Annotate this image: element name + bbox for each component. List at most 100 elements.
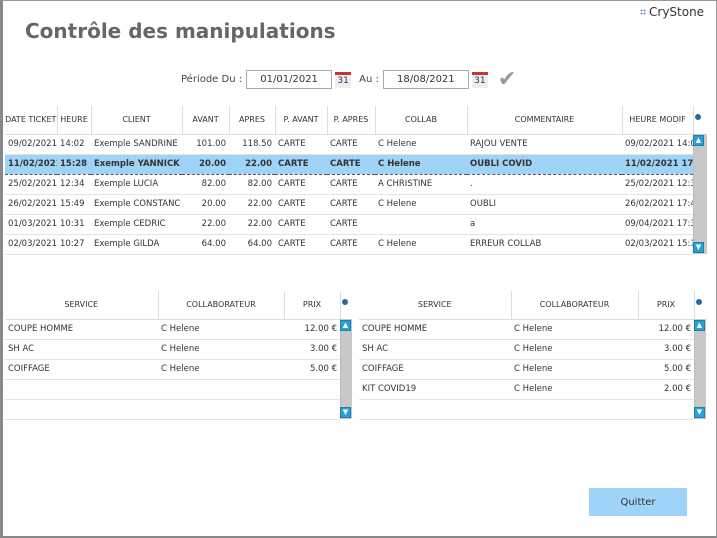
table-cell: 3.00 €: [638, 339, 694, 360]
table-cell: 02/03/2021 15:15: [622, 234, 693, 255]
from-date-input[interactable]: 01/01/2021: [246, 70, 333, 89]
table-row[interactable]: COUPE HOMME C Helene 12.00 €: [359, 319, 694, 340]
column-header[interactable]: P. APRES: [327, 106, 376, 135]
column-header[interactable]: COLLABORATEUR: [158, 291, 285, 320]
table-cell: CARTE: [327, 134, 375, 155]
table-cell: 09/02/2021: [5, 134, 57, 155]
table-cell: 11/02/2021 17:21: [622, 153, 693, 175]
table-cell: Exemple SANDRINE: [91, 134, 182, 155]
table-cell: 22.00: [229, 194, 275, 215]
table-row[interactable]: 11/02/2021 15:28 Exemple YANNICK 20.00 22.00…: [5, 153, 693, 175]
table-row[interactable]: 26/02/2021 15:49 Exemple CONSTANC 20.00 22.0…: [5, 194, 693, 215]
table-cell: 5.00 €: [638, 359, 694, 380]
table-cell: Exemple CEDRIC: [91, 214, 182, 235]
table-row[interactable]: [5, 379, 340, 400]
quit-button[interactable]: Quitter: [589, 488, 687, 516]
table-row[interactable]: SH AC C Helene 3.00 €: [359, 339, 694, 360]
column-header[interactable]: COMMENTAIRE: [467, 106, 623, 135]
column-settings-icon[interactable]: [696, 299, 702, 305]
table-row[interactable]: COIFFAGE C Helene 5.00 €: [359, 359, 694, 380]
table-cell: 20.00: [182, 194, 229, 215]
table-cell: 2.00 €: [638, 379, 694, 400]
column-header[interactable]: PRIX: [638, 291, 695, 320]
column-header[interactable]: COLLAB: [375, 106, 468, 135]
table-cell: OUBLI: [467, 194, 622, 215]
table-cell: OUBLI COVID: [467, 153, 622, 175]
column-header[interactable]: COLLABORATEUR: [511, 291, 639, 320]
table-row[interactable]: 09/02/2021 14:02 Exemple SANDRINE 101.00 118…: [5, 134, 693, 155]
column-header[interactable]: HEURE MODIF: [622, 106, 694, 135]
table-cell: RAJOU VENTE: [467, 134, 622, 155]
table-cell: C Helene: [375, 153, 467, 175]
column-settings-icon[interactable]: [695, 114, 701, 120]
table-cell: 82.00: [229, 174, 275, 195]
table-cell: 12.00 €: [638, 319, 694, 340]
table-row[interactable]: [359, 399, 694, 420]
table-cell: C Helene: [158, 319, 284, 340]
scroll-up-button[interactable]: ▲: [693, 135, 704, 146]
table-row[interactable]: 01/03/2021 10:31 Exemple CEDRIC 22.00 22.00 C…: [5, 214, 693, 235]
table-cell: a: [467, 214, 622, 235]
table-cell: CARTE: [275, 214, 327, 235]
table-cell: C Helene: [375, 194, 467, 215]
to-label: Au :: [359, 74, 379, 85]
table-cell: SH AC: [359, 339, 511, 360]
scroll-down-button[interactable]: ▼: [340, 407, 351, 418]
table-cell: [284, 379, 340, 400]
table-cell: C Helene: [375, 234, 467, 255]
scroll-up-button[interactable]: ▲: [340, 320, 351, 331]
column-header[interactable]: AVANT: [182, 106, 230, 135]
scroll-down-button[interactable]: ▼: [694, 407, 705, 418]
column-header[interactable]: CLIENT: [91, 106, 183, 135]
table-cell: 64.00: [229, 234, 275, 255]
scroll-up-button[interactable]: ▲: [694, 320, 705, 331]
table-row[interactable]: KIT COVID19 C Helene 2.00 €: [359, 379, 694, 400]
table-cell: CARTE: [275, 174, 327, 195]
table-cell: Exemple CONSTANC: [91, 194, 182, 215]
column-header[interactable]: APRES: [229, 106, 276, 135]
scroll-down-button[interactable]: ▼: [693, 242, 704, 253]
table-cell: C Helene: [375, 134, 467, 155]
table-row[interactable]: 25/02/2021 12:34 Exemple LUCIA 82.00 82.00 CA…: [5, 174, 693, 195]
table-cell: C Helene: [511, 339, 638, 360]
table-cell: CARTE: [275, 153, 327, 175]
table-cell: CARTE: [275, 134, 327, 155]
vertical-scrollbar[interactable]: [693, 134, 707, 254]
table-cell: [638, 399, 694, 420]
table-cell: [5, 399, 158, 420]
table-cell: 22.00: [229, 214, 275, 235]
calendar-icon[interactable]: 31: [335, 71, 352, 88]
table-cell: 12.00 €: [284, 319, 340, 340]
table-cell: CARTE: [275, 194, 327, 215]
table-cell: .: [467, 174, 622, 195]
logo-text: CryStone: [649, 5, 705, 19]
table-row[interactable]: 02/03/2021 10:27 Exemple GILDA 64.00 64.00 CA…: [5, 234, 693, 255]
column-header[interactable]: SERVICE: [359, 291, 512, 320]
table-row[interactable]: SH AC C Helene 3.00 €: [5, 339, 340, 360]
table-cell: C Helene: [511, 359, 638, 380]
column-header[interactable]: HEURE: [57, 106, 92, 135]
vertical-scrollbar[interactable]: [340, 319, 352, 419]
column-header[interactable]: DATE TICKET: [5, 106, 58, 135]
table-row[interactable]: COUPE HOMME C Helene 12.00 €: [5, 319, 340, 340]
table-cell: KIT COVID19: [359, 379, 511, 400]
table-cell: CARTE: [327, 153, 375, 175]
table-cell: CARTE: [327, 174, 375, 195]
table-cell: C Helene: [511, 379, 638, 400]
vertical-scrollbar[interactable]: [694, 319, 706, 419]
table-row[interactable]: COIFFAGE C Helene 5.00 €: [5, 359, 340, 380]
column-header[interactable]: SERVICE: [5, 291, 159, 320]
column-settings-icon[interactable]: [342, 299, 348, 305]
column-header[interactable]: PRIX: [284, 291, 341, 320]
to-date-input[interactable]: 18/08/2021: [382, 70, 469, 89]
table-cell: CARTE: [327, 194, 375, 215]
table-cell: [375, 214, 467, 235]
table-cell: ERREUR COLLAB: [467, 234, 622, 255]
calendar-icon[interactable]: 31: [471, 71, 488, 88]
column-header[interactable]: P. AVANT: [275, 106, 328, 135]
table-cell: [511, 399, 638, 420]
table-row[interactable]: [5, 399, 340, 420]
validate-check-icon[interactable]: ✔: [498, 68, 516, 90]
table-cell: 64.00: [182, 234, 229, 255]
table-cell: 3.00 €: [284, 339, 340, 360]
